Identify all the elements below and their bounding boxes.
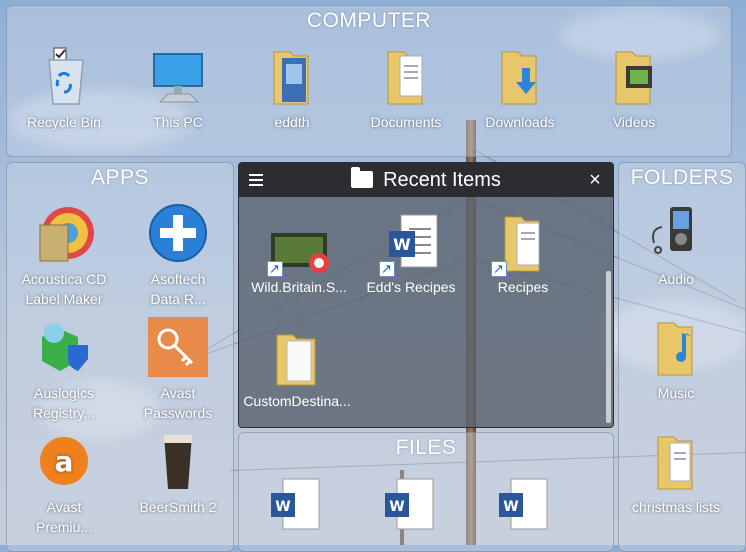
- videos-folder-icon: [602, 46, 666, 110]
- folders-group-title: FOLDERS: [630, 166, 734, 189]
- acoustica-cd-icon: [32, 203, 96, 267]
- app-avast-premium[interactable]: a Avast Premiu...: [7, 431, 121, 537]
- apps-group: APPS Acoustica CD Label Maker Asoftech D…: [6, 162, 234, 552]
- recent-item-label: Edd's Recipes: [366, 279, 456, 295]
- documents-folder-icon: [374, 46, 438, 110]
- key-icon: [146, 317, 210, 381]
- media-player-icon: [644, 203, 708, 267]
- beer-glass-icon: [146, 431, 210, 495]
- folder-audio[interactable]: Audio: [619, 203, 733, 289]
- computer-group: COMPUTER Recycle Bin This PC eddth Docum…: [6, 5, 732, 157]
- plus-circle-icon: [146, 203, 210, 267]
- app-label-line2: Data R...: [150, 291, 206, 307]
- app-label-line1: Auslogics: [34, 385, 94, 401]
- app-avast-passwords[interactable]: Avast Passwords: [121, 317, 233, 423]
- file-item[interactable]: W: [497, 477, 551, 542]
- monitor-icon: [146, 46, 210, 110]
- computer-group-title: COMPUTER: [306, 9, 432, 32]
- desktop-item-documents[interactable]: Documents: [349, 46, 463, 132]
- desktop-item-label: This PC: [153, 114, 203, 130]
- desktop-item-label: Downloads: [485, 114, 555, 130]
- video-file-icon: [267, 213, 331, 279]
- folder-icon: [351, 167, 374, 188]
- folder-icon: [265, 327, 329, 391]
- svg-text:W: W: [275, 499, 290, 515]
- app-label-line1: BeerSmith 2: [139, 499, 217, 515]
- scrollbar[interactable]: [606, 271, 611, 423]
- recent-item-customdestinations[interactable]: CustomDestina...: [239, 327, 355, 411]
- folder-label: Audio: [658, 271, 694, 287]
- desktop-item-label: Videos: [612, 114, 656, 130]
- shortcut-arrow-icon: [379, 259, 395, 279]
- folder-label: Music: [657, 385, 695, 401]
- svg-text:W: W: [393, 235, 411, 254]
- file-item[interactable]: W: [269, 477, 323, 542]
- recent-item-edds-recipes[interactable]: W Edd's Recipes: [353, 213, 469, 297]
- desktop-item-eddth[interactable]: eddth: [235, 46, 349, 132]
- folder-label: christmas lists: [632, 499, 720, 515]
- desktop-item-label: Documents: [370, 114, 442, 130]
- desktop-item-videos[interactable]: Videos: [577, 46, 691, 132]
- desktop-item-downloads[interactable]: Downloads: [463, 46, 577, 132]
- recent-items-title-text: Recent Items: [383, 169, 501, 191]
- word-document-icon: W: [383, 477, 437, 542]
- shortcut-arrow-icon: [267, 259, 283, 279]
- folder-music[interactable]: Music: [619, 317, 733, 403]
- desktop-item-label: Recycle Bin: [27, 114, 101, 130]
- files-group-title: FILES: [395, 436, 457, 459]
- close-icon[interactable]: ×: [587, 170, 603, 190]
- shortcut-arrow-icon: [491, 259, 507, 279]
- documents-folder-icon: [491, 213, 555, 279]
- recent-items-titlebar: Recent Items ×: [239, 163, 613, 197]
- app-asoftech-data-recovery[interactable]: Asoftech Data R...: [121, 203, 233, 309]
- app-label-line1: Avast: [160, 385, 196, 401]
- recent-item-label: Wild.Britain.S...: [251, 279, 347, 295]
- app-label-line1: Acoustica CD: [21, 271, 107, 287]
- recent-item-label: CustomDestina...: [243, 393, 351, 409]
- files-group: FILES W W W: [238, 432, 614, 552]
- file-item[interactable]: W: [383, 477, 437, 542]
- app-auslogics-registry[interactable]: Auslogics Registry...: [7, 317, 121, 423]
- svg-text:W: W: [503, 499, 518, 515]
- folder-christmas-lists[interactable]: christmas lists: [619, 431, 733, 517]
- apps-group-title: APPS: [90, 166, 150, 189]
- recent-item-label: Recipes: [497, 279, 549, 295]
- recent-items-window: Recent Items × Wild.Britain.S...: [238, 162, 614, 428]
- recent-item-wild-britain[interactable]: Wild.Britain.S...: [241, 213, 357, 297]
- app-label-line2: Premiu...: [35, 519, 92, 535]
- app-acoustica-cd-label-maker[interactable]: Acoustica CD Label Maker: [7, 203, 121, 309]
- app-label-line1: Avast: [46, 499, 82, 515]
- app-beersmith-2[interactable]: BeerSmith 2: [121, 431, 233, 517]
- documents-folder-icon: [644, 431, 708, 495]
- avast-logo-icon: a: [32, 431, 96, 495]
- recycle-bin-icon: [32, 46, 96, 110]
- desktop-item-label: eddth: [274, 114, 310, 130]
- app-label-line1: Asoftech: [150, 271, 206, 287]
- recent-items-title: Recent Items: [239, 163, 613, 197]
- desktop-item-this-pc[interactable]: This PC: [121, 46, 235, 132]
- auslogics-icon: [32, 317, 96, 381]
- svg-text:W: W: [389, 499, 404, 515]
- desktop-item-recycle-bin[interactable]: Recycle Bin: [7, 46, 121, 132]
- recent-item-recipes[interactable]: Recipes: [465, 213, 581, 297]
- app-label-line2: Label Maker: [25, 291, 103, 307]
- music-folder-icon: [644, 317, 708, 381]
- app-label-line2: Registry...: [33, 405, 95, 421]
- word-document-icon: W: [379, 213, 443, 279]
- folders-group: FOLDERS Audio Music christmas lists: [618, 162, 746, 552]
- user-folder-icon: [260, 46, 324, 110]
- app-label-line2: Passwords: [143, 405, 213, 421]
- svg-text:a: a: [55, 445, 74, 478]
- word-document-icon: W: [497, 477, 551, 542]
- downloads-folder-icon: [488, 46, 552, 110]
- word-document-icon: W: [269, 477, 323, 542]
